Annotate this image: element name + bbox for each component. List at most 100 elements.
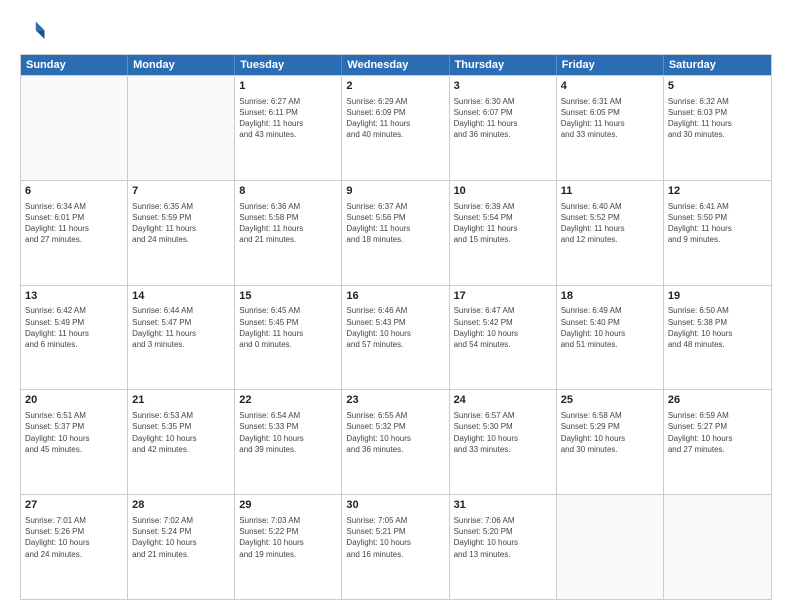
cell-info: Sunrise: 7:02 AM Sunset: 5:24 PM Dayligh… [132, 515, 230, 560]
cell-day-number: 14 [132, 289, 230, 304]
calendar-cell-11: 11 Sunrise: 6:40 AM Sunset: 5:52 PM Dayli… [557, 181, 664, 285]
calendar-row-4: 20 Sunrise: 6:51 AM Sunset: 5:37 PM Dayli… [21, 389, 771, 494]
weekday-header-monday: Monday [128, 55, 235, 75]
calendar-cell-4: 4 Sunrise: 6:31 AM Sunset: 6:05 PM Daylig… [557, 76, 664, 180]
calendar-cell-18: 18Sunrise: 6:49 AM Sunset: 5:40 PM Dayli… [557, 286, 664, 390]
cell-day-number: 7 [132, 184, 230, 199]
cell-info: Sunrise: 6:49 AM Sunset: 5:40 PM Dayligh… [561, 305, 659, 350]
calendar-cell-22: 22 Sunrise: 6:54 AM Sunset: 5:33 PM Dayli… [235, 390, 342, 494]
cell-info: Sunrise: 7:01 AM Sunset: 5:26 PM Dayligh… [25, 515, 123, 560]
cell-info: Sunrise: 7:06 AM Sunset: 5:20 PM Dayligh… [454, 515, 552, 560]
calendar-cell-24: 24 Sunrise: 6:57 AM Sunset: 5:30 PM Dayli… [450, 390, 557, 494]
logo-icon [20, 18, 48, 46]
cell-info: Sunrise: 6:51 AM Sunset: 5:37 PM Dayligh… [25, 410, 123, 455]
weekday-header-wednesday: Wednesday [342, 55, 449, 75]
calendar-cell-empty-0-0 [21, 76, 128, 180]
cell-info: Sunrise: 6:53 AM Sunset: 5:35 PM Dayligh… [132, 410, 230, 455]
logo [20, 18, 52, 46]
cell-info: Sunrise: 6:57 AM Sunset: 5:30 PM Dayligh… [454, 410, 552, 455]
cell-info: Sunrise: 6:45 AM Sunset: 5:45 PM Dayligh… [239, 305, 337, 350]
calendar-cell-15: 15Sunrise: 6:45 AM Sunset: 5:45 PM Dayli… [235, 286, 342, 390]
cell-info: Sunrise: 6:44 AM Sunset: 5:47 PM Dayligh… [132, 305, 230, 350]
cell-info: Sunrise: 6:50 AM Sunset: 5:38 PM Dayligh… [668, 305, 767, 350]
cell-day-number: 23 [346, 393, 444, 408]
calendar-cell-29: 29 Sunrise: 7:03 AM Sunset: 5:22 PM Dayli… [235, 495, 342, 599]
cell-day-number: 8 [239, 184, 337, 199]
cell-day-number: 29 [239, 498, 337, 513]
weekday-header-tuesday: Tuesday [235, 55, 342, 75]
cell-info: Sunrise: 6:47 AM Sunset: 5:42 PM Dayligh… [454, 305, 552, 350]
cell-info: Sunrise: 6:41 AM Sunset: 5:50 PM Dayligh… [668, 201, 767, 246]
cell-info: Sunrise: 6:34 AM Sunset: 6:01 PM Dayligh… [25, 201, 123, 246]
cell-day-number: 18 [561, 289, 659, 304]
calendar-cell-16: 16Sunrise: 6:46 AM Sunset: 5:43 PM Dayli… [342, 286, 449, 390]
cell-day-number: 25 [561, 393, 659, 408]
cell-day-number: 4 [561, 79, 659, 94]
weekday-header-saturday: Saturday [664, 55, 771, 75]
calendar-cell-28: 28 Sunrise: 7:02 AM Sunset: 5:24 PM Dayli… [128, 495, 235, 599]
cell-day-number: 3 [454, 79, 552, 94]
calendar-cell-6: 6 Sunrise: 6:34 AM Sunset: 6:01 PM Daylig… [21, 181, 128, 285]
calendar-cell-13: 13Sunrise: 6:42 AM Sunset: 5:49 PM Dayli… [21, 286, 128, 390]
calendar-cell-9: 9 Sunrise: 6:37 AM Sunset: 5:56 PM Daylig… [342, 181, 449, 285]
calendar-body: 1 Sunrise: 6:27 AM Sunset: 6:11 PM Daylig… [21, 75, 771, 599]
cell-day-number: 22 [239, 393, 337, 408]
cell-day-number: 11 [561, 184, 659, 199]
cell-info: Sunrise: 6:37 AM Sunset: 5:56 PM Dayligh… [346, 201, 444, 246]
weekday-header-friday: Friday [557, 55, 664, 75]
calendar-cell-25: 25 Sunrise: 6:58 AM Sunset: 5:29 PM Dayli… [557, 390, 664, 494]
calendar-cell-1: 1 Sunrise: 6:27 AM Sunset: 6:11 PM Daylig… [235, 76, 342, 180]
cell-info: Sunrise: 6:27 AM Sunset: 6:11 PM Dayligh… [239, 96, 337, 141]
calendar-cell-21: 21Sunrise: 6:53 AM Sunset: 5:35 PM Dayli… [128, 390, 235, 494]
calendar-row-5: 27 Sunrise: 7:01 AM Sunset: 5:26 PM Dayli… [21, 494, 771, 599]
calendar-cell-31: 31 Sunrise: 7:06 AM Sunset: 5:20 PM Dayli… [450, 495, 557, 599]
cell-info: Sunrise: 6:39 AM Sunset: 5:54 PM Dayligh… [454, 201, 552, 246]
cell-day-number: 20 [25, 393, 123, 408]
calendar-cell-3: 3Sunrise: 6:30 AM Sunset: 6:07 PM Daylig… [450, 76, 557, 180]
calendar-row-1: 1 Sunrise: 6:27 AM Sunset: 6:11 PM Daylig… [21, 75, 771, 180]
calendar-cell-empty-0-1 [128, 76, 235, 180]
calendar-cell-2: 2Sunrise: 6:29 AM Sunset: 6:09 PM Daylig… [342, 76, 449, 180]
cell-day-number: 26 [668, 393, 767, 408]
cell-day-number: 31 [454, 498, 552, 513]
cell-info: Sunrise: 7:05 AM Sunset: 5:21 PM Dayligh… [346, 515, 444, 560]
cell-info: Sunrise: 6:54 AM Sunset: 5:33 PM Dayligh… [239, 410, 337, 455]
calendar-cell-10: 10 Sunrise: 6:39 AM Sunset: 5:54 PM Dayli… [450, 181, 557, 285]
calendar: SundayMondayTuesdayWednesdayThursdayFrid… [20, 54, 772, 600]
cell-info: Sunrise: 6:40 AM Sunset: 5:52 PM Dayligh… [561, 201, 659, 246]
calendar-cell-26: 26 Sunrise: 6:59 AM Sunset: 5:27 PM Dayli… [664, 390, 771, 494]
calendar-cell-5: 5 Sunrise: 6:32 AM Sunset: 6:03 PM Daylig… [664, 76, 771, 180]
cell-day-number: 24 [454, 393, 552, 408]
calendar-row-3: 13Sunrise: 6:42 AM Sunset: 5:49 PM Dayli… [21, 285, 771, 390]
cell-info: Sunrise: 6:32 AM Sunset: 6:03 PM Dayligh… [668, 96, 767, 141]
cell-day-number: 1 [239, 79, 337, 94]
cell-day-number: 30 [346, 498, 444, 513]
cell-info: Sunrise: 6:58 AM Sunset: 5:29 PM Dayligh… [561, 410, 659, 455]
page: SundayMondayTuesdayWednesdayThursdayFrid… [0, 0, 792, 612]
calendar-cell-12: 12Sunrise: 6:41 AM Sunset: 5:50 PM Dayli… [664, 181, 771, 285]
calendar-cell-7: 7Sunrise: 6:35 AM Sunset: 5:59 PM Daylig… [128, 181, 235, 285]
cell-info: Sunrise: 6:59 AM Sunset: 5:27 PM Dayligh… [668, 410, 767, 455]
calendar-cell-empty-4-6 [664, 495, 771, 599]
cell-day-number: 6 [25, 184, 123, 199]
cell-day-number: 16 [346, 289, 444, 304]
calendar-cell-30: 30 Sunrise: 7:05 AM Sunset: 5:21 PM Dayli… [342, 495, 449, 599]
header [20, 18, 772, 46]
cell-day-number: 19 [668, 289, 767, 304]
weekday-header-sunday: Sunday [21, 55, 128, 75]
cell-day-number: 9 [346, 184, 444, 199]
cell-day-number: 27 [25, 498, 123, 513]
cell-info: Sunrise: 6:29 AM Sunset: 6:09 PM Dayligh… [346, 96, 444, 141]
cell-info: Sunrise: 7:03 AM Sunset: 5:22 PM Dayligh… [239, 515, 337, 560]
calendar-cell-17: 17Sunrise: 6:47 AM Sunset: 5:42 PM Dayli… [450, 286, 557, 390]
cell-day-number: 10 [454, 184, 552, 199]
cell-info: Sunrise: 6:55 AM Sunset: 5:32 PM Dayligh… [346, 410, 444, 455]
cell-info: Sunrise: 6:36 AM Sunset: 5:58 PM Dayligh… [239, 201, 337, 246]
cell-info: Sunrise: 6:31 AM Sunset: 6:05 PM Dayligh… [561, 96, 659, 141]
calendar-row-2: 6 Sunrise: 6:34 AM Sunset: 6:01 PM Daylig… [21, 180, 771, 285]
cell-info: Sunrise: 6:46 AM Sunset: 5:43 PM Dayligh… [346, 305, 444, 350]
cell-day-number: 28 [132, 498, 230, 513]
calendar-cell-20: 20 Sunrise: 6:51 AM Sunset: 5:37 PM Dayli… [21, 390, 128, 494]
cell-day-number: 5 [668, 79, 767, 94]
calendar-cell-8: 8 Sunrise: 6:36 AM Sunset: 5:58 PM Daylig… [235, 181, 342, 285]
